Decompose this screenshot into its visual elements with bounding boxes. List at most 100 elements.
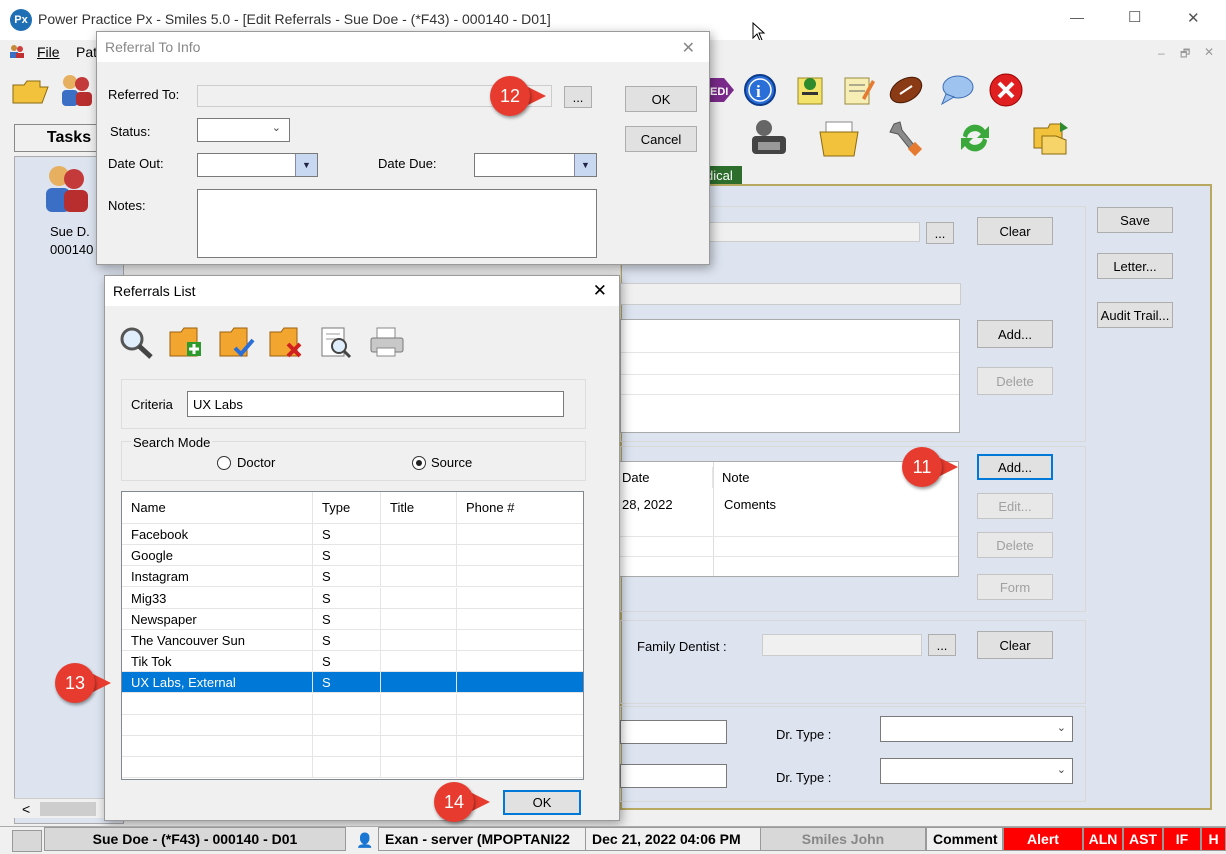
delete-folder-icon[interactable]	[267, 324, 307, 362]
exit-icon[interactable]	[986, 72, 1026, 108]
referred-info-field	[620, 283, 961, 305]
table-row[interactable]: Newspaper S	[122, 608, 583, 630]
reminder-icon[interactable]	[792, 72, 828, 108]
grid-cell-note[interactable]: Coments	[715, 494, 955, 515]
referral-ok-button[interactable]: OK	[625, 86, 697, 112]
chat-icon[interactable]	[936, 72, 976, 108]
status-comment[interactable]: Comment	[926, 827, 1003, 851]
criteria-input[interactable]	[187, 391, 564, 417]
status-alert[interactable]: Alert	[1003, 827, 1083, 851]
date-due-picker[interactable]: ▼	[474, 153, 597, 177]
close-icon[interactable]: ✕	[682, 38, 695, 58]
search-icon[interactable]	[117, 324, 157, 362]
status-ast[interactable]: AST	[1123, 827, 1163, 851]
football-icon[interactable]	[886, 72, 926, 108]
form-button[interactable]: Form	[977, 574, 1053, 600]
audit-trail-button[interactable]: Audit Trail...	[1097, 302, 1173, 328]
status-if[interactable]: IF	[1163, 827, 1201, 851]
dr-type-select-1[interactable]: ⌄	[880, 716, 1073, 742]
table-row[interactable]	[122, 736, 583, 757]
table-row[interactable]: UX Labs, External S	[122, 672, 583, 694]
preview-icon[interactable]	[317, 324, 357, 362]
info-icon[interactable]: i	[742, 72, 778, 108]
doctor-radio[interactable]	[217, 456, 231, 470]
source-radio[interactable]	[412, 456, 426, 470]
table-row[interactable]	[122, 693, 583, 715]
open-folder-icon[interactable]	[10, 74, 50, 106]
patient-avatar[interactable]	[42, 162, 92, 214]
source-radio-label[interactable]: Source	[431, 455, 472, 470]
menu-file[interactable]: File	[37, 44, 60, 60]
column-title[interactable]: Title	[381, 492, 457, 524]
table-row[interactable]: Google S	[122, 545, 583, 567]
calendar-dropdown-icon[interactable]: ▼	[574, 154, 596, 176]
status-user: Smiles John	[760, 827, 926, 851]
add-referral-to-button[interactable]: Add...	[977, 454, 1053, 480]
scroll-thumb[interactable]	[40, 802, 96, 816]
status-aln[interactable]: ALN	[1083, 827, 1123, 851]
add-folder-icon[interactable]	[167, 324, 207, 362]
referred-by-lookup-button[interactable]: ...	[926, 222, 954, 244]
dr-type-select-2[interactable]: ⌄	[880, 758, 1073, 784]
wrench-icon[interactable]	[886, 118, 926, 158]
calendar-dropdown-icon[interactable]: ▼	[295, 154, 317, 176]
folder-sync-icon[interactable]	[1030, 118, 1074, 158]
edit-referral-to-button[interactable]: Edit...	[977, 493, 1053, 519]
referred-to-label: Referred To:	[108, 87, 180, 102]
print-icon[interactable]	[367, 324, 407, 362]
referral-cancel-button[interactable]: Cancel	[625, 126, 697, 152]
doctor-field-2[interactable]	[620, 764, 727, 788]
referrals-ok-button[interactable]: OK	[503, 790, 581, 815]
status-select[interactable]: ⌄	[197, 118, 290, 142]
table-cell-name: Instagram	[122, 566, 313, 588]
table-row[interactable]: Instagram S	[122, 566, 583, 588]
notes-icon[interactable]	[840, 72, 876, 108]
table-cell-title	[381, 524, 457, 545]
refresh-icon[interactable]	[955, 118, 995, 158]
menu-patient[interactable]: Pat	[76, 44, 97, 60]
scroll-left-button[interactable]: <	[22, 801, 30, 817]
letter-button[interactable]: Letter...	[1097, 253, 1173, 279]
table-cell-phone	[457, 736, 583, 757]
camera-icon[interactable]	[12, 830, 42, 852]
delete-referral-button[interactable]: Delete	[977, 367, 1053, 395]
table-cell-title	[381, 566, 457, 588]
notes-textarea[interactable]	[197, 189, 597, 258]
grid-header-date[interactable]: Date	[613, 467, 713, 488]
table-row[interactable]: Facebook S	[122, 524, 583, 545]
table-row[interactable]	[122, 714, 583, 736]
column-phone[interactable]: Phone #	[457, 492, 583, 524]
minimize-button[interactable]: —	[1070, 9, 1084, 25]
add-referral-button[interactable]: Add...	[977, 320, 1053, 348]
table-row[interactable]	[122, 757, 583, 779]
grid-cell-date[interactable]: 28, 2022	[613, 494, 713, 515]
table-row[interactable]: The Vancouver Sun S	[122, 630, 583, 651]
save-button[interactable]: Save	[1097, 207, 1173, 233]
referred-to-lookup-button[interactable]: ...	[564, 86, 592, 108]
close-icon[interactable]: ✕	[593, 281, 607, 301]
doctor-radio-label[interactable]: Doctor	[237, 455, 275, 470]
delete-referral-to-button[interactable]: Delete	[977, 532, 1053, 558]
status-h[interactable]: H	[1201, 827, 1226, 851]
column-type[interactable]: Type	[313, 492, 381, 524]
notes-label: Notes:	[108, 198, 146, 213]
edit-folder-icon[interactable]	[217, 324, 257, 362]
column-name[interactable]: Name	[122, 492, 313, 524]
phone-icon[interactable]	[748, 118, 790, 158]
mdi-close-button[interactable]: ✕	[1204, 45, 1214, 59]
table-row[interactable]: Tik Tok S	[122, 651, 583, 673]
family-dentist-lookup-button[interactable]: ...	[928, 634, 956, 656]
maximize-button[interactable]: ☐	[1128, 8, 1141, 26]
patients-icon[interactable]	[58, 72, 98, 108]
folder-doc-icon[interactable]	[818, 118, 862, 158]
mdi-restore-button[interactable]: 🗗	[1180, 45, 1190, 64]
date-out-picker[interactable]: ▼	[197, 153, 318, 177]
table-header: Name Type Title Phone #	[122, 492, 583, 524]
mdi-minimize-button[interactable]: –	[1158, 46, 1165, 60]
doctor-field-1[interactable]	[620, 720, 727, 744]
clear-family-dentist-button[interactable]: Clear	[977, 631, 1053, 659]
clear-referred-by-button[interactable]: Clear	[977, 217, 1053, 245]
table-cell-name: Newspaper	[122, 608, 313, 630]
table-row[interactable]: Mig33 S	[122, 587, 583, 609]
close-window-button[interactable]: ✕	[1187, 9, 1200, 27]
